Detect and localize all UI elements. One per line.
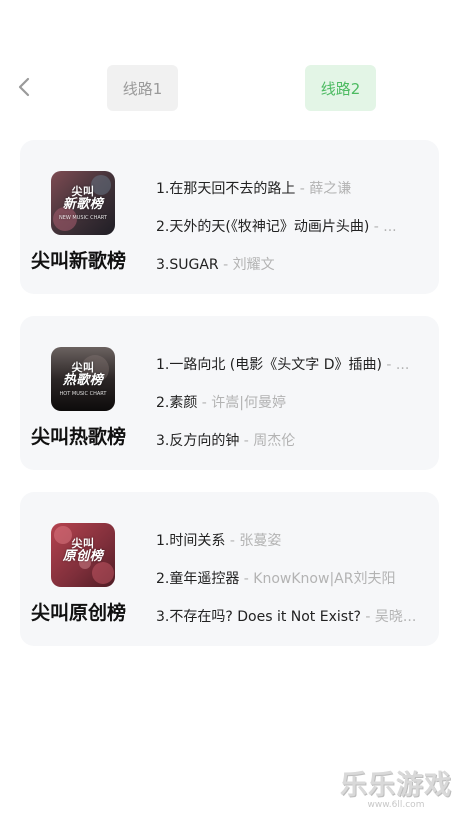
song-item[interactable]: 3.反方向的钟 - 周杰伦	[156, 429, 420, 467]
chart-card-new[interactable]: 尖叫 新歌榜 NEW MUSIC CHART 尖叫新歌榜 1.在那天回不去的路上…	[20, 140, 439, 294]
chart-cover-image: 尖叫 原创榜	[51, 523, 115, 587]
watermark-logo: 乐乐游戏 www.6ll.com	[340, 763, 452, 810]
song-item[interactable]: 2.天外的天(《牧神记》动画片头曲) - ...	[156, 215, 420, 253]
chart-cover-image: 尖叫 新歌榜 NEW MUSIC CHART	[51, 171, 115, 235]
cover-text-small: NEW MUSIC CHART	[59, 215, 107, 221]
song-item[interactable]: 1.在那天回不去的路上 - 薛之谦	[156, 177, 420, 215]
cover-text-line2: 热歌榜	[62, 373, 104, 388]
cover-text-small: HOT MUSIC CHART	[59, 391, 107, 397]
chevron-left-icon	[17, 76, 31, 102]
cover-text-line2: 原创榜	[62, 549, 104, 564]
watermark-text: 乐乐游戏	[340, 770, 452, 801]
cover-text-line2: 新歌榜	[62, 197, 104, 212]
tab-route-2[interactable]: 线路2	[305, 65, 376, 111]
chart-cover-image: 尖叫 热歌榜 HOT MUSIC CHART	[51, 347, 115, 411]
song-item[interactable]: 3.SUGAR - 刘耀文	[156, 253, 420, 291]
back-button[interactable]	[12, 76, 36, 102]
chart-card-hot[interactable]: 尖叫 热歌榜 HOT MUSIC CHART 尖叫热歌榜 1.一路向北 (电影《…	[20, 316, 439, 470]
chart-title: 尖叫原创榜	[31, 602, 127, 624]
song-item[interactable]: 1.时间关系 - 张蔓姿	[156, 529, 420, 567]
song-item[interactable]: 3.不存在吗? Does it Not Exist? - 吴晓...	[156, 605, 420, 643]
song-item[interactable]: 1.一路向北 (电影《头文字 D》插曲) - ...	[156, 353, 420, 391]
chart-title: 尖叫新歌榜	[31, 250, 127, 272]
song-item[interactable]: 2.素颜 - 许嵩|何曼婷	[156, 391, 420, 429]
chart-card-original[interactable]: 尖叫 原创榜 尖叫原创榜 1.时间关系 - 张蔓姿 2.童年遥控器 - Know…	[20, 492, 439, 646]
song-item[interactable]: 2.童年遥控器 - KnowKnow|AR刘夫阳	[156, 567, 420, 605]
chart-title: 尖叫热歌榜	[31, 426, 127, 448]
tab-route-1[interactable]: 线路1	[107, 65, 178, 111]
